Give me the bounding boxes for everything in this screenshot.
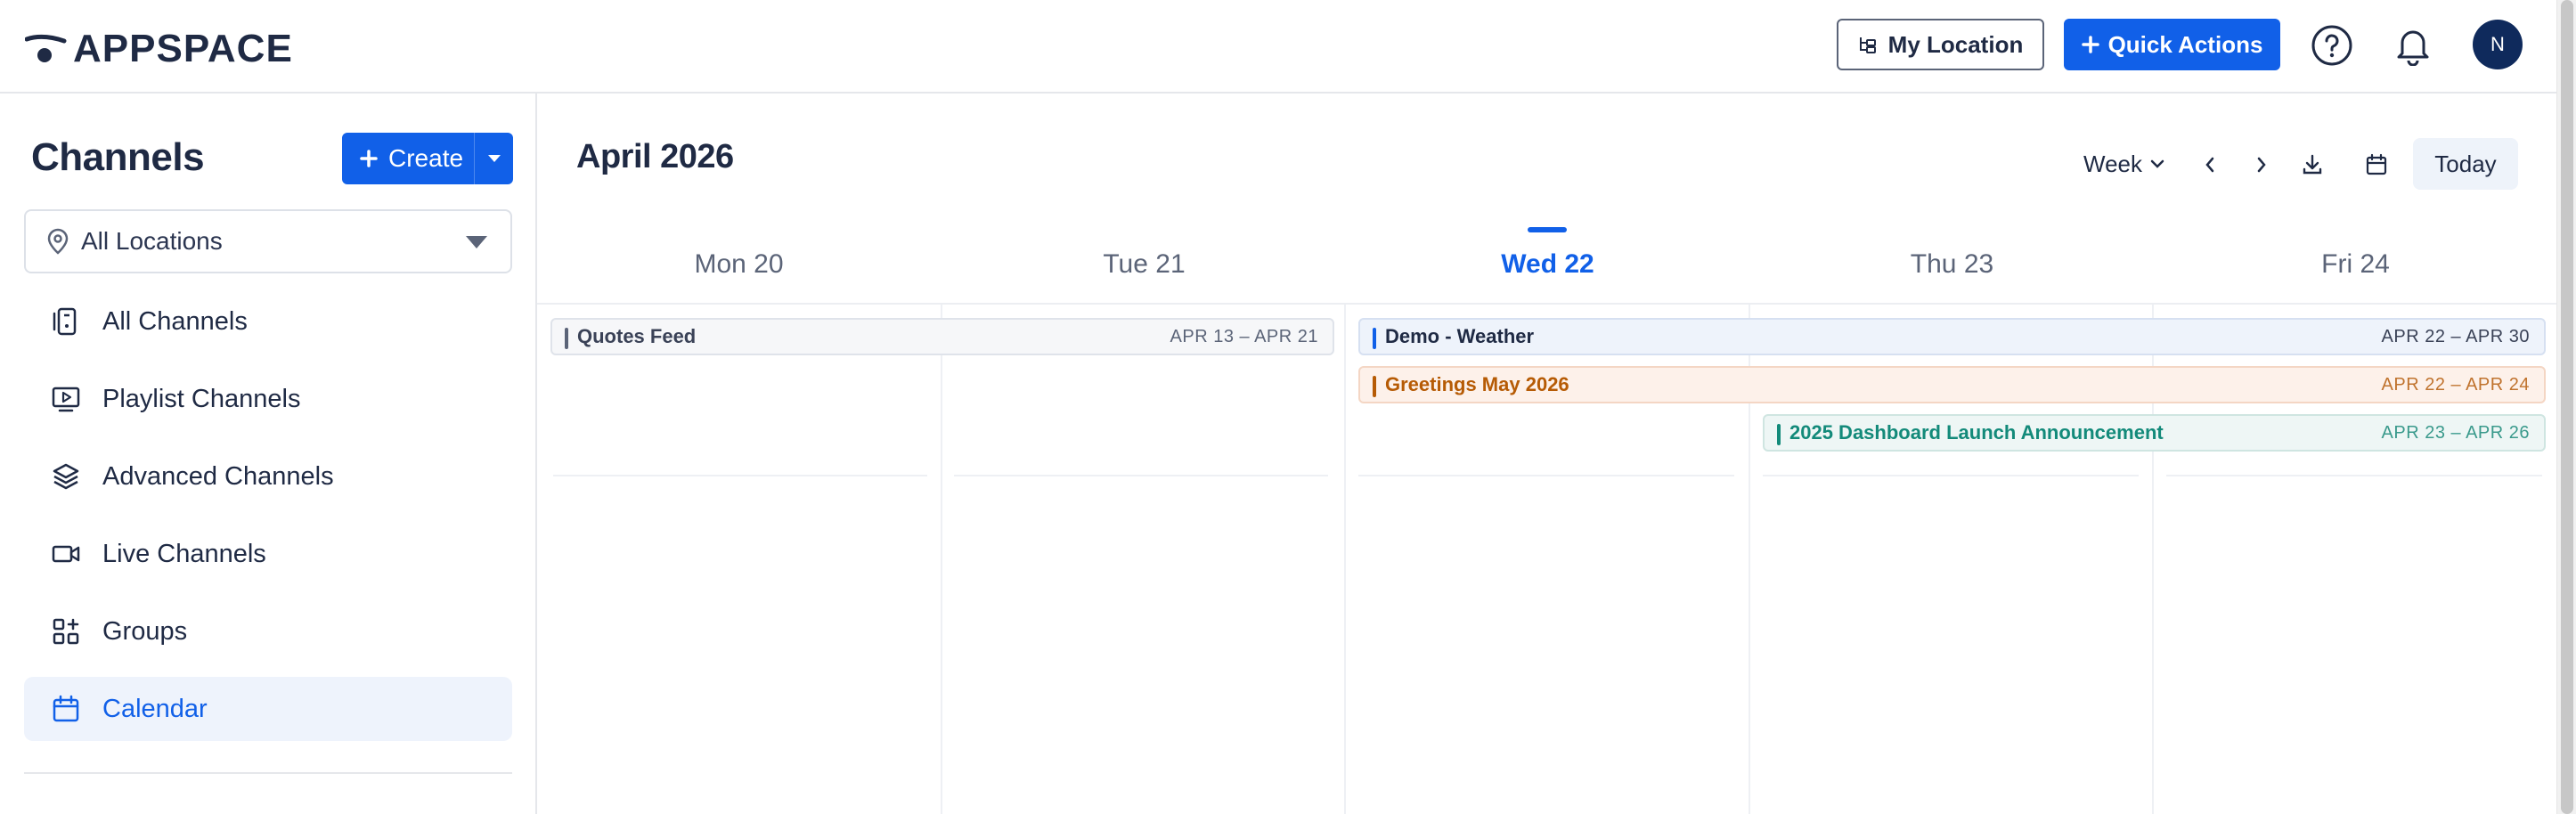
caret-down-icon [466, 236, 487, 248]
day-header[interactable]: Mon 20 [537, 209, 941, 305]
location-select-value: All Locations [81, 227, 223, 255]
bell-icon [2397, 30, 2429, 66]
sidebar-item-playlist-channels[interactable]: Playlist Channels [24, 367, 512, 431]
calendar-event[interactable]: Quotes Feed APR 13 – APR 21 [550, 318, 1334, 355]
chevron-right-icon [2257, 157, 2266, 173]
calendar-event[interactable]: Greetings May 2026 APR 22 – APR 24 [1358, 366, 2546, 403]
layers-icon [53, 463, 79, 490]
page-title: Channels [31, 135, 205, 179]
sidebar-item-label: Groups [102, 616, 188, 646]
day-label: Fri 24 [2321, 249, 2390, 279]
notifications-button[interactable] [2390, 22, 2436, 69]
plus-icon [360, 150, 378, 167]
create-main-button[interactable]: Create [342, 133, 474, 184]
caret-down-icon [487, 155, 501, 162]
event-color-bar [1373, 328, 1376, 349]
plus-icon [2081, 36, 2099, 53]
sidebar-item-label: Advanced Channels [102, 461, 334, 491]
avatar-initial: N [2490, 33, 2505, 55]
download-button[interactable] [2296, 149, 2328, 181]
logo-text: APPSPACE [73, 27, 293, 70]
event-dates: APR 13 – APR 21 [1170, 326, 1318, 346]
scrollbar-thumb[interactable] [2561, 0, 2573, 814]
date-picker-button[interactable] [2360, 149, 2393, 181]
groups-icon [53, 618, 79, 645]
day-header-today[interactable]: Wed 22 [1346, 209, 1749, 305]
previous-week-button[interactable] [2194, 149, 2226, 181]
page-scrollbar[interactable] [2556, 0, 2576, 814]
location-tree-icon [1859, 37, 1876, 53]
top-bar: APPSPACE My Location Quick Actions N [0, 0, 2556, 94]
create-label: Create [388, 144, 464, 172]
user-avatar[interactable]: N [2473, 20, 2523, 69]
calendar-icon [2366, 153, 2387, 175]
appspace-logo[interactable]: APPSPACE [25, 27, 293, 71]
sidebar-divider [24, 772, 512, 774]
day-label: Tue 21 [1103, 249, 1186, 279]
sidebar-item-label: Calendar [102, 694, 208, 723]
logo-swoosh-icon [25, 34, 67, 62]
day-header-row: Mon 20 Tue 21 Wed 22 Thu 23 Fri 24 [537, 209, 2556, 305]
event-color-bar [1777, 424, 1781, 445]
help-button[interactable] [2309, 22, 2355, 69]
location-pin-icon [47, 228, 69, 255]
next-week-button[interactable] [2246, 149, 2278, 181]
event-dates: APR 22 – APR 30 [2381, 326, 2530, 346]
day-column-divider [941, 305, 942, 814]
event-color-bar [1373, 376, 1376, 397]
channels-icon [53, 307, 77, 336]
event-name: Greetings May 2026 [1385, 373, 1569, 395]
row-divider [553, 475, 927, 476]
video-icon [52, 545, 80, 563]
playlist-icon [52, 387, 80, 412]
calendar-panel: April 2026 Week Today Mon 20 Tue 21 Wed … [537, 94, 2556, 814]
today-button[interactable]: Today [2413, 138, 2518, 190]
help-icon [2311, 25, 2352, 66]
event-dates: APR 22 – APR 24 [2381, 374, 2530, 395]
day-label: Wed 22 [1501, 249, 1594, 279]
sidebar-item-groups[interactable]: Groups [24, 599, 512, 663]
row-divider [1358, 475, 1734, 476]
row-divider [1763, 475, 2139, 476]
calendar-icon [53, 695, 79, 722]
event-name: Quotes Feed [577, 325, 697, 347]
calendar-event[interactable]: 2025 Dashboard Launch Announcement APR 2… [1763, 414, 2546, 452]
my-location-button[interactable]: My Location [1837, 19, 2044, 70]
sidebar-item-calendar[interactable]: Calendar [24, 677, 512, 741]
day-header[interactable]: Thu 23 [1750, 209, 2154, 305]
sidebar-nav: All Channels Playlist Channels Advanced … [24, 289, 512, 754]
row-divider [954, 475, 1328, 476]
sidebar-item-label: Playlist Channels [102, 384, 301, 413]
event-color-bar [565, 328, 568, 349]
day-header[interactable]: Fri 24 [2154, 209, 2557, 305]
today-label: Today [2434, 150, 2497, 177]
chevron-down-icon [2150, 159, 2164, 168]
sidebar-item-label: Live Channels [102, 539, 266, 568]
event-name: 2025 Dashboard Launch Announcement [1789, 421, 2164, 444]
quick-actions-button[interactable]: Quick Actions [2064, 19, 2280, 70]
view-select-value: Week [2083, 150, 2142, 177]
event-name: Demo - Weather [1385, 325, 1535, 347]
create-button[interactable]: Create [342, 133, 513, 184]
download-icon [2303, 154, 2322, 175]
event-dates: APR 23 – APR 26 [2381, 422, 2530, 443]
sidebar-item-advanced-channels[interactable]: Advanced Channels [24, 444, 512, 509]
day-column-divider [1344, 305, 1346, 814]
month-title: April 2026 [576, 138, 734, 175]
calendar-event[interactable]: Demo - Weather APR 22 – APR 30 [1358, 318, 2546, 355]
day-label: Thu 23 [1910, 249, 1994, 279]
location-select[interactable]: All Locations [24, 209, 512, 273]
view-select[interactable]: Week [2083, 138, 2165, 190]
row-divider [2166, 475, 2542, 476]
chevron-left-icon [2205, 157, 2214, 173]
day-label: Mon 20 [694, 249, 784, 279]
sidebar-item-label: All Channels [102, 306, 248, 336]
create-dropdown-toggle[interactable] [474, 133, 513, 184]
sidebar-item-live-channels[interactable]: Live Channels [24, 522, 512, 586]
my-location-label: My Location [1887, 30, 2024, 58]
sidebar: Channels Create All Locations All Channe… [0, 94, 537, 814]
sidebar-item-all-channels[interactable]: All Channels [24, 289, 512, 354]
quick-actions-label: Quick Actions [2107, 30, 2263, 58]
day-header[interactable]: Tue 21 [942, 209, 1346, 305]
